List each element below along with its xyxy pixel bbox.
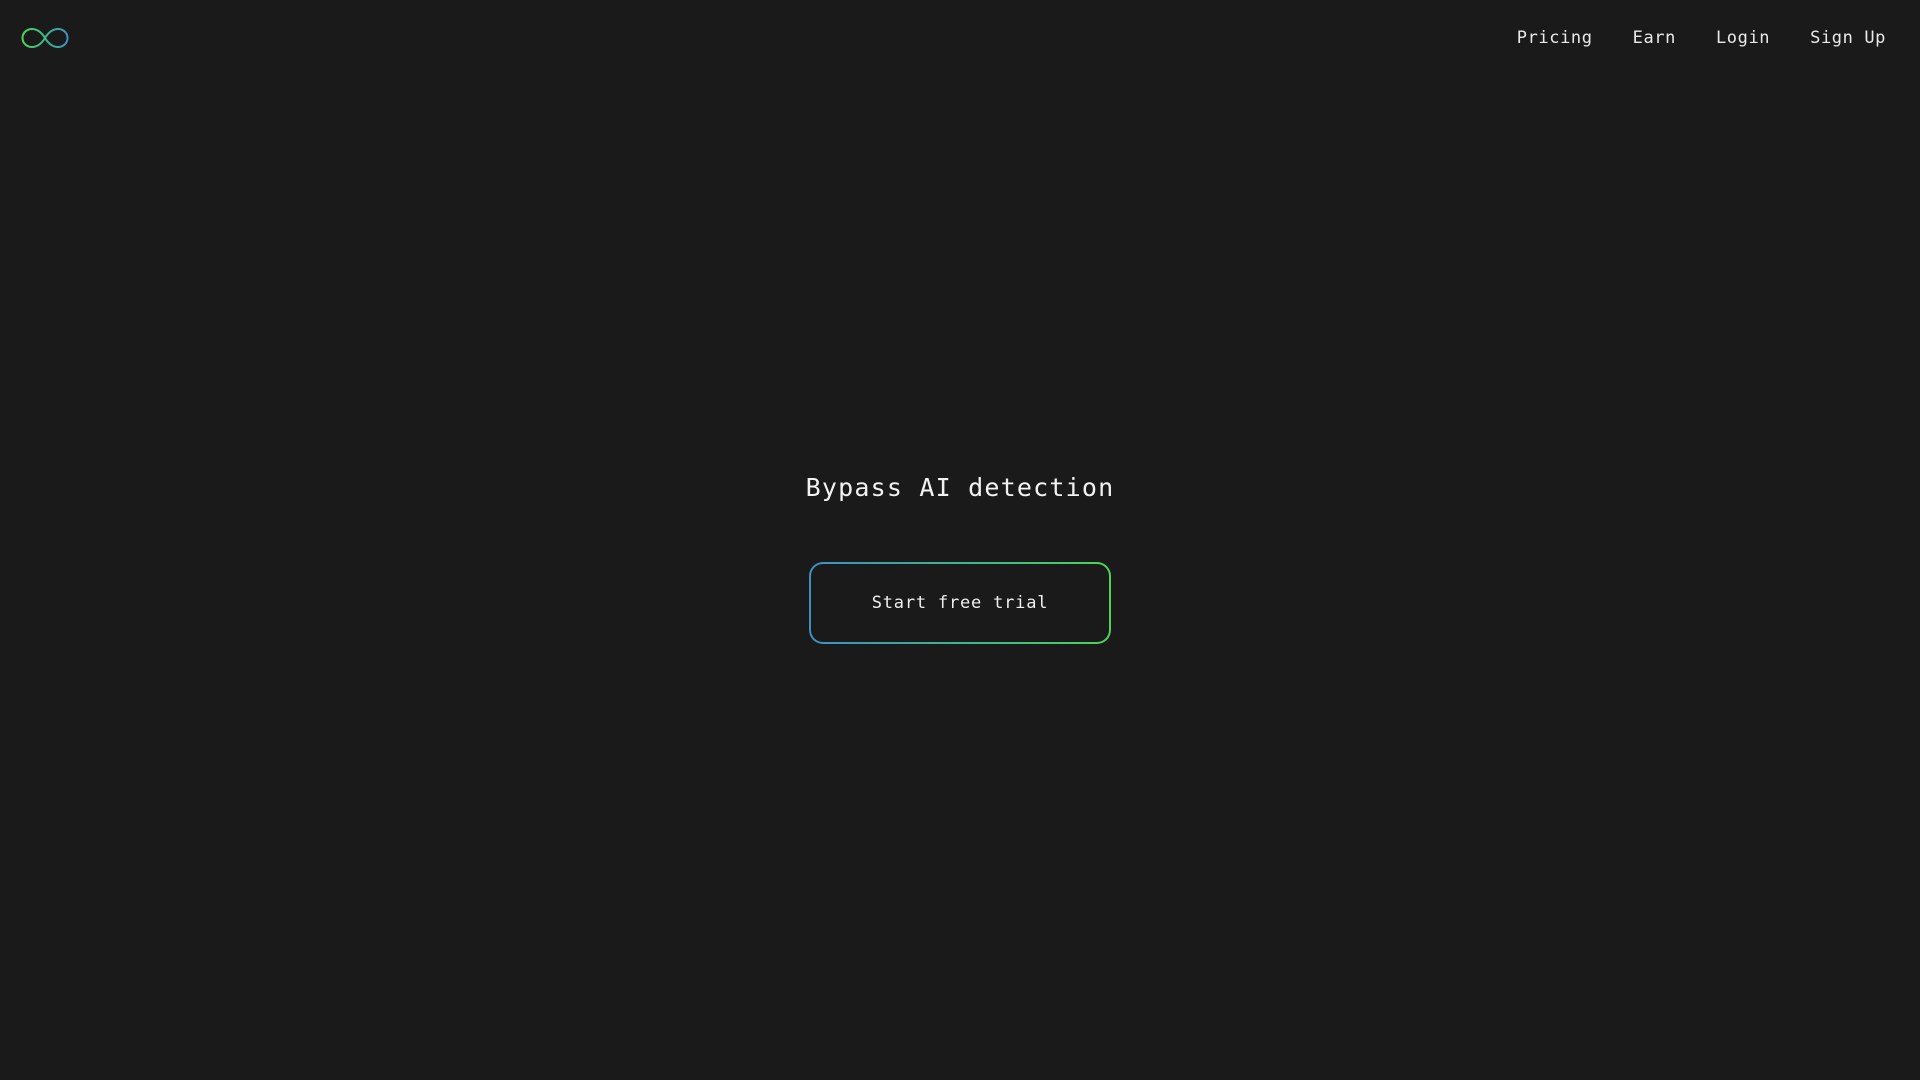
hero-section: Bypass AI detection Start free trial (0, 0, 1920, 1080)
start-free-trial-button-inner: Start free trial (811, 564, 1109, 642)
page: Pricing Earn Login Sign Up Bypass AI det… (0, 0, 1920, 1080)
start-free-trial-button[interactable]: Start free trial (809, 562, 1111, 644)
start-free-trial-label: Start free trial (871, 593, 1049, 613)
hero-title: Bypass AI detection (805, 473, 1115, 502)
